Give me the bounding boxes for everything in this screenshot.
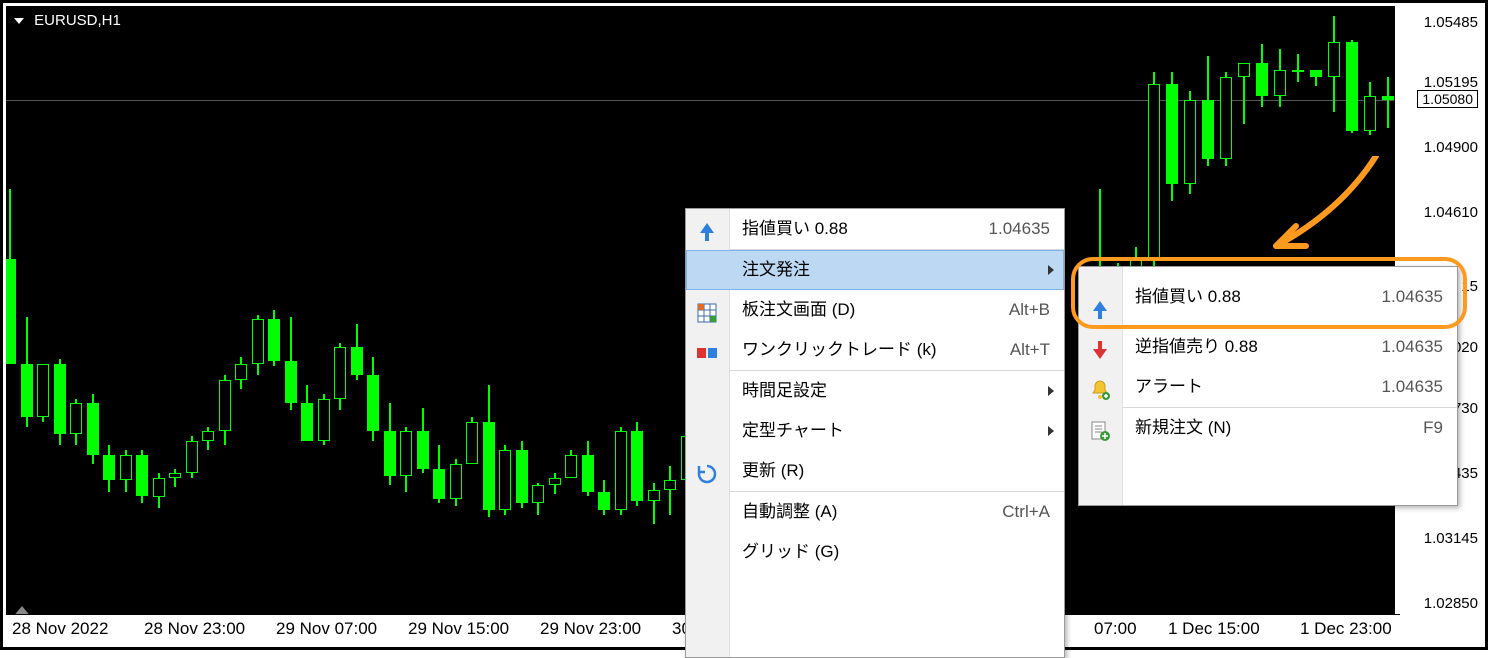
x-axis-tick: 07:00 [1094, 619, 1137, 639]
menu-auto-scroll-shortcut: Ctrl+A [1002, 492, 1050, 532]
menu-oct-shortcut: Alt+T [1010, 330, 1050, 370]
menu-grid[interactable]: グリッド (G) [686, 532, 1064, 572]
submenu-sell-stop[interactable]: 逆指値売り 0.88 1.04635 [1079, 327, 1457, 367]
menu-refresh[interactable]: 更新 (R) [686, 451, 1064, 491]
grid-icon [696, 299, 718, 321]
annotation-callout [1071, 257, 1467, 329]
menu-dom-shortcut: Alt+B [1009, 290, 1050, 330]
submenu-sell-stop-label: 逆指値売り 0.88 [1135, 337, 1258, 356]
submenu-alert-price: 1.04635 [1382, 367, 1443, 407]
menu-depth-of-market[interactable]: 板注文画面 (D) Alt+B [686, 290, 1064, 330]
bell-icon [1089, 376, 1111, 398]
x-axis-tick: 1 Dec 23:00 [1300, 619, 1392, 639]
arrow-up-icon [696, 218, 718, 240]
document-plus-icon [1089, 417, 1111, 439]
y-axis-tick: 1.02850 [1424, 595, 1478, 612]
menu-buy-limit[interactable]: 指値買い 0.88 1.04635 [686, 209, 1064, 249]
submenu-arrow-icon [1048, 386, 1054, 396]
submenu-new-order-label: 新規注文 (N) [1135, 418, 1231, 437]
menu-refresh-label: 更新 (R) [742, 461, 804, 480]
y-axis-tick: 1.05195 [1424, 74, 1478, 91]
menu-timeframe-label: 時間足設定 [742, 381, 827, 400]
submenu-alert[interactable]: アラート 1.04635 [1079, 367, 1457, 407]
x-axis-tick: 28 Nov 23:00 [144, 619, 245, 639]
submenu-alert-label: アラート [1135, 377, 1203, 396]
submenu-arrow-icon [1048, 265, 1054, 275]
submenu-sell-stop-price: 1.04635 [1382, 327, 1443, 367]
submenu-arrow-icon [1048, 426, 1054, 436]
menu-timeframe[interactable]: 時間足設定 [686, 371, 1064, 411]
x-axis-tick: 28 Nov 2022 [12, 619, 108, 639]
menu-one-click-trade[interactable]: ワンクリックトレード (k) Alt+T [686, 330, 1064, 370]
submenu-new-order[interactable]: 新規注文 (N) F9 [1079, 408, 1457, 448]
menu-template-label: 定型チャート [742, 421, 844, 440]
refresh-icon [696, 460, 718, 482]
menu-new-order[interactable]: 注文発注 [686, 250, 1064, 290]
y-axis-tick: 1.03145 [1424, 530, 1478, 547]
menu-auto-scroll[interactable]: 自動調整 (A) Ctrl+A [686, 492, 1064, 532]
chart-context-menu[interactable]: 指値買い 0.88 1.04635 注文発注 板注文画面 (D) Alt+B ワ… [685, 208, 1065, 658]
y-axis-tick: 1.04610 [1424, 204, 1478, 221]
annotation-arrow-icon [1256, 156, 1386, 256]
menu-oct-label: ワンクリックトレード (k) [742, 340, 937, 359]
arrow-up-icon [1089, 286, 1111, 308]
y-axis-tick: 1.05485 [1424, 14, 1478, 31]
menu-template[interactable]: 定型チャート [686, 411, 1064, 451]
x-axis-tick: 29 Nov 23:00 [540, 619, 641, 639]
two-panel-icon [696, 339, 718, 361]
y-axis-tick: 1.04900 [1424, 139, 1478, 156]
window-frame: EURUSD,H1 1.05080 1.054851.051951.049001… [0, 0, 1488, 650]
x-axis-tick: 29 Nov 07:00 [276, 619, 377, 639]
menu-auto-scroll-label: 自動調整 (A) [742, 502, 837, 521]
menu-new-order-label: 注文発注 [742, 260, 810, 279]
x-axis-tick: 1 Dec 15:00 [1168, 619, 1260, 639]
menu-buy-limit-label: 指値買い 0.88 [742, 219, 848, 238]
current-price-label: 1.05080 [1417, 90, 1478, 108]
menu-buy-limit-price: 1.04635 [989, 209, 1050, 249]
menu-grid-label: グリッド (G) [742, 542, 839, 561]
menu-dom-label: 板注文画面 (D) [742, 300, 855, 319]
arrow-down-icon [1089, 336, 1111, 358]
x-axis-tick: 29 Nov 15:00 [408, 619, 509, 639]
submenu-new-order-shortcut: F9 [1423, 408, 1443, 448]
